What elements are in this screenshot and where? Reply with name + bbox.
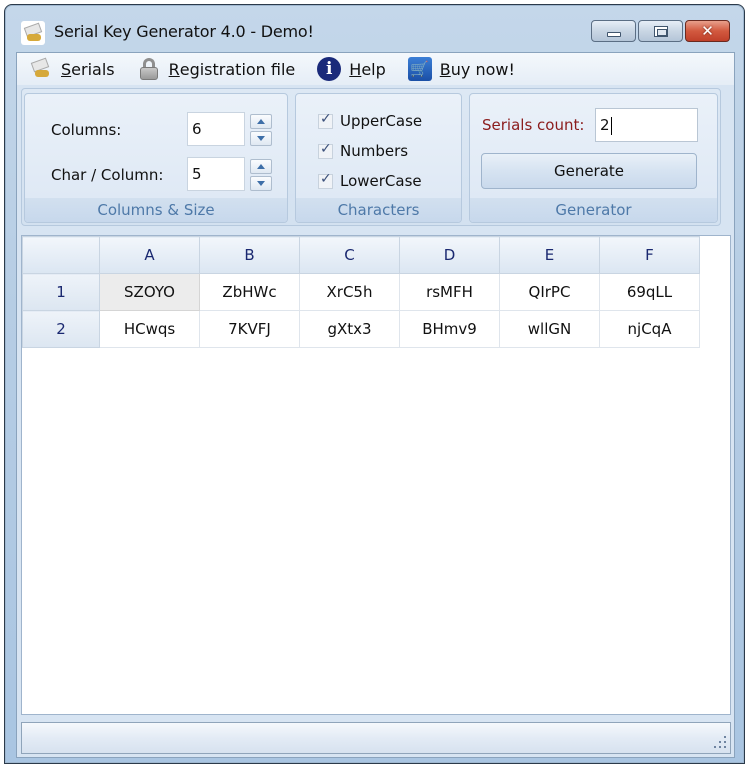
- chars-per-column-stepper: [250, 159, 272, 191]
- info-icon: i: [317, 57, 342, 81]
- status-bar: [21, 722, 731, 754]
- chars-down-button[interactable]: [250, 176, 272, 191]
- checkbox-checked-icon[interactable]: [318, 111, 333, 129]
- lock-icon: [137, 57, 161, 81]
- table-cell[interactable]: gXtx3: [299, 310, 400, 348]
- serials-count-label: Serials count:: [482, 116, 585, 134]
- table-cell[interactable]: wllGN: [499, 310, 600, 348]
- close-icon: ✕: [701, 22, 714, 40]
- maximize-button[interactable]: [638, 20, 683, 42]
- menu-registration-file[interactable]: Registration file: [125, 55, 306, 83]
- table-cell[interactable]: BHmv9: [399, 310, 500, 348]
- column-header[interactable]: A: [99, 236, 200, 274]
- menu-accel: H: [349, 59, 362, 79]
- column-header[interactable]: B: [199, 236, 300, 274]
- header-row: A B C D E F: [22, 236, 700, 274]
- table-cell[interactable]: ZbHWc: [199, 273, 300, 311]
- menu-accel: S: [61, 59, 72, 79]
- menu-accel: R: [168, 59, 180, 79]
- table-cell[interactable]: 7KVFJ: [199, 310, 300, 348]
- table-cell[interactable]: rsMFH: [399, 273, 500, 311]
- group-label: Characters: [296, 198, 461, 222]
- serials-grid[interactable]: A B C D E F 1 SZOYO ZbHWc XrC5h rsMFH QI…: [21, 235, 731, 715]
- menu-accel: B: [439, 59, 451, 79]
- menu-serials[interactable]: Serials: [17, 55, 125, 83]
- group-columns-size: Columns: 6 Char / Column: 5 Columns & Si…: [24, 93, 288, 223]
- window-title: Serial Key Generator 4.0 - Demo!: [54, 22, 314, 41]
- columns-down-button[interactable]: [250, 131, 272, 146]
- table-cell[interactable]: SZOYO: [99, 273, 200, 311]
- chars-per-column-label: Char / Column:: [51, 166, 164, 184]
- serials-keys-icon: [29, 57, 53, 81]
- minimize-button[interactable]: [591, 20, 636, 42]
- menu-label: elp: [361, 59, 386, 79]
- menu-label: egistration file: [179, 59, 296, 79]
- group-label: Generator: [470, 198, 717, 222]
- columns-input[interactable]: 6: [187, 112, 245, 146]
- menu-bar: Serials Registration file i Help 🛒 Buy n…: [17, 53, 734, 85]
- checkbox-label: LowerCase: [340, 172, 422, 190]
- uppercase-checkbox[interactable]: UpperCase: [318, 111, 423, 130]
- columns-up-button[interactable]: [250, 114, 272, 129]
- serials-count-value: 2: [600, 116, 610, 134]
- checkbox-checked-icon[interactable]: [318, 141, 333, 159]
- table-cell[interactable]: QIrPC: [499, 273, 600, 311]
- checkbox-checked-icon[interactable]: [318, 171, 333, 189]
- app-window: Serial Key Generator 4.0 - Demo! ✕ Seria…: [4, 4, 745, 764]
- resize-grip-icon[interactable]: [712, 736, 726, 750]
- chars-per-column-input[interactable]: 5: [187, 157, 245, 191]
- table-cell[interactable]: njCqA: [599, 310, 700, 348]
- table-cell[interactable]: 69qLL: [599, 273, 700, 311]
- menu-buy-now[interactable]: 🛒 Buy now!: [396, 55, 525, 83]
- columns-label: Columns:: [51, 121, 122, 139]
- column-header[interactable]: C: [299, 236, 400, 274]
- column-header[interactable]: E: [499, 236, 600, 274]
- minimize-icon: [607, 32, 621, 37]
- title-bar[interactable]: Serial Key Generator 4.0 - Demo! ✕: [5, 5, 744, 57]
- menu-help[interactable]: i Help: [305, 55, 395, 83]
- maximize-icon: [654, 26, 668, 37]
- corner-header[interactable]: [22, 236, 100, 274]
- group-generator: Serials count: 2 Generate Generator: [469, 93, 718, 223]
- text-caret: [610, 116, 612, 135]
- serials-count-input[interactable]: 2: [595, 108, 698, 142]
- table-cell[interactable]: HCwqs: [99, 310, 200, 348]
- numbers-checkbox[interactable]: Numbers: [318, 141, 409, 160]
- generate-button[interactable]: Generate: [481, 153, 697, 189]
- checkbox-label: Numbers: [340, 142, 409, 160]
- close-button[interactable]: ✕: [685, 20, 730, 42]
- table-row: 1 SZOYO ZbHWc XrC5h rsMFH QIrPC 69qLL: [22, 273, 700, 311]
- menu-label: uy now!: [450, 59, 515, 79]
- row-header[interactable]: 1: [22, 273, 100, 311]
- caption-buttons: ✕: [591, 20, 730, 42]
- chars-up-button[interactable]: [250, 159, 272, 174]
- menu-label: erials: [71, 59, 115, 79]
- client-area: Serials Registration file i Help 🛒 Buy n…: [16, 52, 735, 758]
- row-header[interactable]: 2: [22, 310, 100, 348]
- checkbox-label: UpperCase: [340, 112, 423, 130]
- table-cell[interactable]: XrC5h: [299, 273, 400, 311]
- group-characters: UpperCase Numbers LowerCase Characters: [295, 93, 462, 223]
- group-label: Columns & Size: [25, 198, 287, 222]
- ribbon: Columns: 6 Char / Column: 5 Columns & Si…: [21, 88, 721, 226]
- lowercase-checkbox[interactable]: LowerCase: [318, 171, 422, 190]
- columns-stepper: [250, 114, 272, 146]
- cart-icon: 🛒: [407, 57, 432, 81]
- column-header[interactable]: D: [399, 236, 500, 274]
- app-icon[interactable]: [21, 21, 45, 45]
- table-row: 2 HCwqs 7KVFJ gXtx3 BHmv9 wllGN njCqA: [22, 310, 700, 348]
- serials-table: A B C D E F 1 SZOYO ZbHWc XrC5h rsMFH QI…: [22, 236, 700, 348]
- column-header[interactable]: F: [599, 236, 700, 274]
